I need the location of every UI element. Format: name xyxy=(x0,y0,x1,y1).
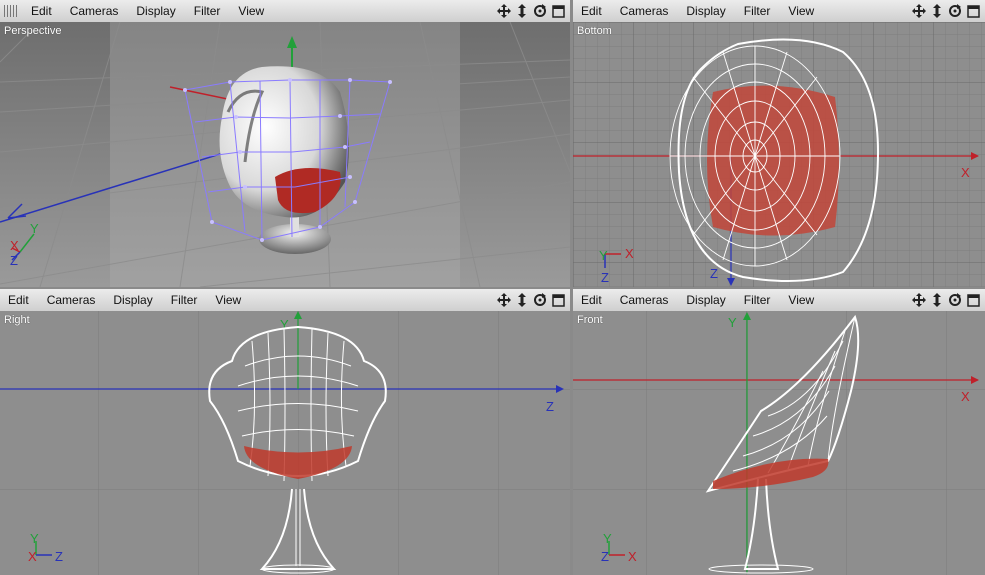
rotate-view-icon[interactable] xyxy=(532,292,548,308)
dolly-view-icon[interactable] xyxy=(929,3,945,19)
move-view-icon[interactable] xyxy=(911,3,927,19)
menu-cameras[interactable]: Cameras xyxy=(38,293,105,307)
perspective-scene: Y X Z xyxy=(0,22,570,287)
dolly-view-icon[interactable] xyxy=(514,3,530,19)
menu-cameras[interactable]: Cameras xyxy=(61,4,128,18)
menu-edit[interactable]: Edit xyxy=(22,4,61,18)
viewport-front[interactable]: Edit Cameras Display Filter View Front X… xyxy=(573,289,985,575)
viewport-bottom[interactable]: Edit Cameras Display Filter View Bottom xyxy=(573,0,985,287)
axis-label-z: Z xyxy=(10,253,18,268)
viewport-label: Bottom xyxy=(577,25,612,37)
axis-label-z: Z xyxy=(710,266,718,281)
rotate-view-icon[interactable] xyxy=(532,3,548,19)
menu-display[interactable]: Display xyxy=(677,4,734,18)
menu-cameras[interactable]: Cameras xyxy=(611,293,678,307)
axis-label-y: Y xyxy=(603,531,612,546)
axis-label-x: X xyxy=(961,389,970,404)
axis-label-x: X xyxy=(628,549,637,564)
move-view-icon[interactable] xyxy=(911,292,927,308)
editor-viewports: Edit Cameras Display Filter View Perspec… xyxy=(0,0,985,575)
axis-label-z: Z xyxy=(546,399,554,414)
move-view-icon[interactable] xyxy=(496,292,512,308)
menu-view[interactable]: View xyxy=(779,4,823,18)
viewport-right[interactable]: Edit Cameras Display Filter View Right Z… xyxy=(0,289,570,575)
viewport-menubar: Edit Cameras Display Filter View xyxy=(0,289,570,312)
viewport-menubar: Edit Cameras Display Filter View xyxy=(573,0,985,23)
menu-view[interactable]: View xyxy=(229,4,273,18)
menu-edit[interactable]: Edit xyxy=(573,4,611,18)
bottom-scene: X Z Y X Z xyxy=(573,22,985,287)
axis-label-y: Y xyxy=(728,315,737,330)
dolly-view-icon[interactable] xyxy=(514,292,530,308)
axis-label-y: Y xyxy=(599,248,608,263)
viewport-menubar: Edit Cameras Display Filter View xyxy=(0,0,570,23)
menu-view[interactable]: View xyxy=(206,293,250,307)
menu-view[interactable]: View xyxy=(779,293,823,307)
maximize-view-icon[interactable] xyxy=(550,3,566,19)
axis-label-y: Y xyxy=(30,531,39,546)
front-canvas[interactable]: Front X Y Y Z X xyxy=(573,311,985,575)
viewport-menubar: Edit Cameras Display Filter View xyxy=(573,289,985,312)
right-scene: Z Y Y X Z xyxy=(0,311,570,575)
viewport-label: Front xyxy=(577,314,603,326)
axis-label-x: X xyxy=(28,549,37,564)
menu-display[interactable]: Display xyxy=(104,293,161,307)
viewport-perspective[interactable]: Edit Cameras Display Filter View Perspec… xyxy=(0,0,570,287)
menu-filter[interactable]: Filter xyxy=(185,4,230,18)
axis-label-x: X xyxy=(625,246,634,261)
axis-label-x: X xyxy=(961,165,970,180)
menu-edit[interactable]: Edit xyxy=(573,293,611,307)
menu-edit[interactable]: Edit xyxy=(0,293,38,307)
dolly-view-icon[interactable] xyxy=(929,292,945,308)
viewport-label: Right xyxy=(4,314,30,326)
right-canvas[interactable]: Right Z Y Y X Z xyxy=(0,311,570,575)
perspective-canvas[interactable]: Perspective Y X Z xyxy=(0,22,570,287)
maximize-view-icon[interactable] xyxy=(965,3,981,19)
grip-icon[interactable] xyxy=(4,5,18,17)
axis-label-z: Z xyxy=(55,549,63,564)
menu-filter[interactable]: Filter xyxy=(162,293,207,307)
rotate-view-icon[interactable] xyxy=(947,3,963,19)
viewport-label: Perspective xyxy=(4,25,62,37)
menu-display[interactable]: Display xyxy=(677,293,734,307)
rotate-view-icon[interactable] xyxy=(947,292,963,308)
axis-label-x: X xyxy=(10,238,19,253)
maximize-view-icon[interactable] xyxy=(965,292,981,308)
maximize-view-icon[interactable] xyxy=(550,292,566,308)
menu-filter[interactable]: Filter xyxy=(735,293,780,307)
menu-display[interactable]: Display xyxy=(127,4,184,18)
axis-label-z: Z xyxy=(601,270,609,285)
move-view-icon[interactable] xyxy=(496,3,512,19)
axis-label-y: Y xyxy=(30,221,39,236)
bottom-canvas[interactable]: Bottom X Z Y X Z xyxy=(573,22,985,287)
menu-cameras[interactable]: Cameras xyxy=(611,4,678,18)
axis-label-z: Z xyxy=(601,549,609,564)
front-scene: X Y Y Z X xyxy=(573,311,985,575)
menu-filter[interactable]: Filter xyxy=(735,4,780,18)
